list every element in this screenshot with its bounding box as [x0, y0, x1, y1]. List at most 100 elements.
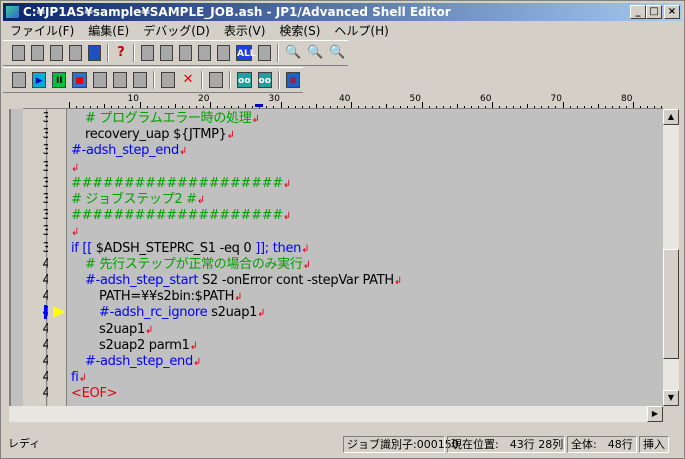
- ruler-tick: [576, 106, 578, 108]
- code-line[interactable]: #-adsh_rc_ignore s2uap1: [99, 305, 265, 321]
- maximize-button[interactable]: □: [646, 5, 662, 19]
- step-in-icon[interactable]: [92, 72, 107, 88]
- horizontal-scrollbar[interactable]: ▶: [9, 406, 663, 422]
- step-over-icon[interactable]: [112, 72, 127, 88]
- cut-icon[interactable]: [179, 45, 193, 61]
- toolbar-separator: [133, 44, 136, 62]
- paste-icon[interactable]: [217, 45, 231, 61]
- undo-icon[interactable]: [141, 45, 155, 61]
- code-line[interactable]: ####################: [71, 176, 291, 192]
- ruler-tick: [294, 106, 296, 108]
- code-line[interactable]: [71, 160, 79, 176]
- ruler-tick: [308, 106, 310, 108]
- ruler-tick: [202, 106, 204, 108]
- code-token: s2uap1: [211, 305, 258, 321]
- code-line[interactable]: # 先行ステップが正常の場合のみ実行: [85, 257, 311, 273]
- scroll-right-button[interactable]: ▶: [647, 406, 663, 422]
- ruler-tick: [97, 106, 99, 108]
- ruler-tick: [456, 104, 458, 108]
- status-ready: レディ: [8, 437, 41, 450]
- vertical-scroll-thumb[interactable]: [663, 249, 679, 359]
- code-line[interactable]: ####################: [71, 208, 291, 224]
- clear-breakpoints-icon[interactable]: ✕: [181, 72, 195, 88]
- code-line[interactable]: PATH=¥¥s2bin:$PATH: [99, 289, 242, 305]
- ruler-tick: [336, 106, 338, 108]
- vertical-scrollbar[interactable]: ▲ ▼: [663, 109, 679, 406]
- code-line[interactable]: s2uap1: [99, 322, 153, 338]
- scroll-up-button[interactable]: ▲: [663, 109, 679, 125]
- ruler-tick: [520, 106, 522, 108]
- ruler-tick: [527, 104, 529, 108]
- edit-icon[interactable]: [12, 72, 27, 88]
- minimize-button[interactable]: _: [630, 5, 646, 19]
- ruler-tick: [181, 106, 183, 108]
- code-line[interactable]: [71, 224, 79, 240]
- code-line[interactable]: # プログラムエラー時の処理: [85, 111, 260, 127]
- code-line[interactable]: s2uap2 parm1: [99, 338, 198, 354]
- clear-icon[interactable]: [258, 45, 271, 61]
- code-token: <EOF>: [71, 386, 118, 402]
- add-watch-icon[interactable]: oo: [257, 72, 272, 88]
- title-bar: C:¥JP1AS¥sample¥SAMPLE_JOB.ash - JP1/Adv…: [3, 3, 682, 21]
- close-button[interactable]: ×: [664, 5, 680, 19]
- menu-help[interactable]: ヘルプ(H): [327, 22, 395, 40]
- search-icon[interactable]: 🔍: [285, 45, 301, 61]
- output-icon[interactable]: ≡: [285, 72, 301, 88]
- code-editor[interactable]: 313233343536373839404142434445464748 # プ…: [9, 109, 663, 406]
- breakpoint-gutter[interactable]: [48, 109, 67, 406]
- code-line[interactable]: fi: [71, 370, 87, 386]
- copy-icon[interactable]: [198, 45, 212, 61]
- save-icon[interactable]: [49, 45, 63, 61]
- variables-icon[interactable]: oo: [237, 72, 252, 88]
- scroll-down-button[interactable]: ▼: [663, 390, 679, 406]
- ruler-tick: [315, 104, 317, 108]
- help-icon[interactable]: ?: [115, 45, 128, 61]
- search-next-icon[interactable]: 🔍: [307, 45, 323, 61]
- code-token: ####################: [71, 175, 283, 191]
- menu-bar: ファイル(F) 編集(E) デバッグ(D) 表示(V) 検索(S) ヘルプ(H): [3, 22, 396, 40]
- menu-debug[interactable]: デバッグ(D): [136, 22, 217, 40]
- menu-view[interactable]: 表示(V): [217, 22, 273, 40]
- code-line[interactable]: recovery_uap ${JTMP}: [85, 127, 235, 143]
- menu-file[interactable]: ファイル(F): [3, 22, 81, 40]
- ruler-tick: [499, 106, 501, 108]
- ruler-tick: [569, 106, 571, 108]
- new-file-icon[interactable]: [12, 45, 25, 61]
- stop-icon[interactable]: ■: [72, 72, 87, 88]
- menu-edit[interactable]: 編集(E): [81, 22, 136, 40]
- ruler-tick: [132, 106, 134, 108]
- code-line[interactable]: #-adsh_step_end: [71, 143, 187, 159]
- watch-icon[interactable]: [209, 72, 224, 88]
- ruler-cursor-marker: [255, 104, 264, 107]
- exit-window-icon[interactable]: [87, 45, 101, 61]
- ruler-tick: [477, 106, 479, 108]
- ruler-tick: [69, 102, 70, 108]
- app-window: C:¥JP1AS¥sample¥SAMPLE_JOB.ash - JP1/Adv…: [0, 0, 685, 459]
- column-ruler: 10 20 30 40 50 60 70 80: [23, 94, 663, 109]
- code-line[interactable]: if [[ $ADSH_STEPRC_S1 -eq 0 ]]; then: [71, 241, 309, 257]
- code-token: ]]; then: [255, 240, 302, 256]
- ruler-tick: [351, 102, 352, 108]
- code-line[interactable]: # ジョブステップ2 #: [71, 192, 205, 208]
- code-token: $ADSH_STEPRC_S1 -eq 0: [95, 240, 256, 256]
- code-line[interactable]: <EOF>: [71, 386, 118, 402]
- select-all-icon[interactable]: ALL: [236, 45, 255, 61]
- open-file-icon[interactable]: [30, 45, 44, 61]
- ruler-tick: [160, 106, 162, 108]
- code-line[interactable]: #-adsh_step_start S2 -onError cont -step…: [85, 273, 402, 289]
- pause-icon[interactable]: II: [52, 72, 67, 88]
- run-icon[interactable]: ▶: [32, 72, 47, 88]
- step-out-icon[interactable]: [132, 72, 147, 88]
- ruler-label: 10: [127, 94, 139, 104]
- ruler-tick: [625, 106, 627, 108]
- code-line[interactable]: #-adsh_step_end: [85, 354, 201, 370]
- menu-search[interactable]: 検索(S): [272, 22, 327, 40]
- redo-icon[interactable]: [160, 45, 174, 61]
- ruler-tick: [661, 106, 663, 108]
- print-icon[interactable]: [68, 45, 82, 61]
- breakpoint-icon[interactable]: [160, 72, 176, 88]
- ruler-tick: [153, 106, 155, 108]
- search-previous-icon[interactable]: 🔍: [329, 45, 345, 61]
- ruler-tick: [238, 106, 240, 108]
- code-token: #-adsh_step_start: [85, 273, 202, 288]
